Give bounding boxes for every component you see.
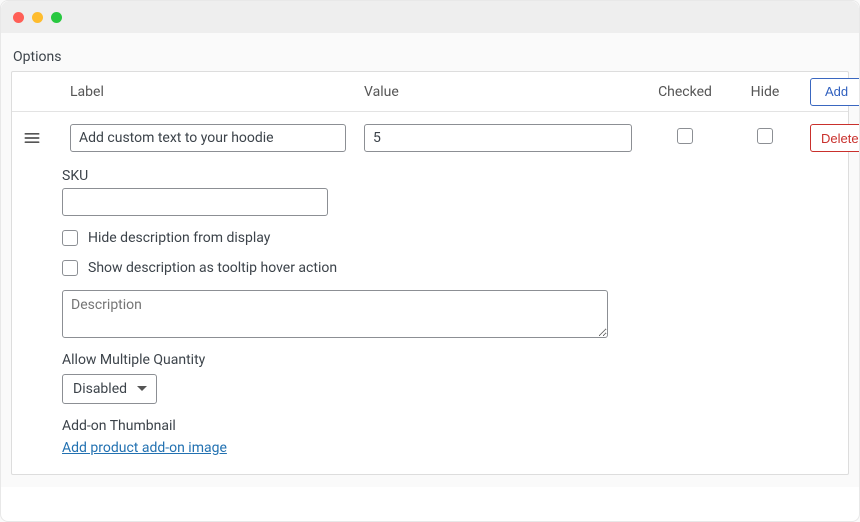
- drag-handle-icon[interactable]: [12, 128, 52, 148]
- window: Options Label Value Checked Hide Add: [0, 0, 860, 522]
- sku-input[interactable]: [62, 188, 328, 216]
- hide-description-option[interactable]: Hide description from display: [62, 230, 702, 246]
- allow-multiple-quantity-select[interactable]: Disabled: [62, 374, 157, 404]
- maximize-icon[interactable]: [51, 12, 62, 23]
- minimize-icon[interactable]: [32, 12, 43, 23]
- options-panel: Label Value Checked Hide Add: [11, 71, 849, 475]
- allow-multiple-quantity-label: Allow Multiple Quantity: [62, 352, 702, 368]
- option-details: SKU Hide description from display Show d…: [12, 164, 712, 474]
- options-header: Label Value Checked Hide Add: [12, 72, 848, 112]
- hide-checkbox[interactable]: [757, 128, 773, 144]
- allow-multiple-quantity-block: Allow Multiple Quantity Disabled: [62, 352, 702, 404]
- delete-button[interactable]: Delete: [810, 124, 860, 152]
- header-label: Label: [70, 84, 346, 100]
- label-input[interactable]: [70, 124, 346, 152]
- description-textarea[interactable]: [62, 290, 608, 338]
- tooltip-description-label: Show description as tooltip hover action: [88, 260, 337, 276]
- thumbnail-block: Add-on Thumbnail Add product add-on imag…: [62, 418, 702, 456]
- close-icon[interactable]: [13, 12, 24, 23]
- hide-description-checkbox[interactable]: [62, 230, 78, 246]
- header-hide: Hide: [738, 84, 792, 100]
- section-title: Options: [13, 49, 849, 65]
- value-input[interactable]: [364, 124, 632, 152]
- tooltip-description-option[interactable]: Show description as tooltip hover action: [62, 260, 702, 276]
- content: Options Label Value Checked Hide Add: [1, 33, 859, 487]
- titlebar: [1, 1, 859, 33]
- checked-checkbox[interactable]: [677, 128, 693, 144]
- header-value: Value: [364, 84, 632, 100]
- sku-block: SKU: [62, 168, 702, 216]
- header-checked: Checked: [650, 84, 720, 100]
- option-row: Delete: [12, 112, 848, 164]
- add-button[interactable]: Add: [810, 78, 860, 106]
- tooltip-description-checkbox[interactable]: [62, 260, 78, 276]
- thumbnail-label: Add-on Thumbnail: [62, 418, 702, 434]
- add-thumbnail-link[interactable]: Add product add-on image: [62, 440, 227, 456]
- sku-label: SKU: [62, 168, 702, 184]
- hide-description-label: Hide description from display: [88, 230, 270, 246]
